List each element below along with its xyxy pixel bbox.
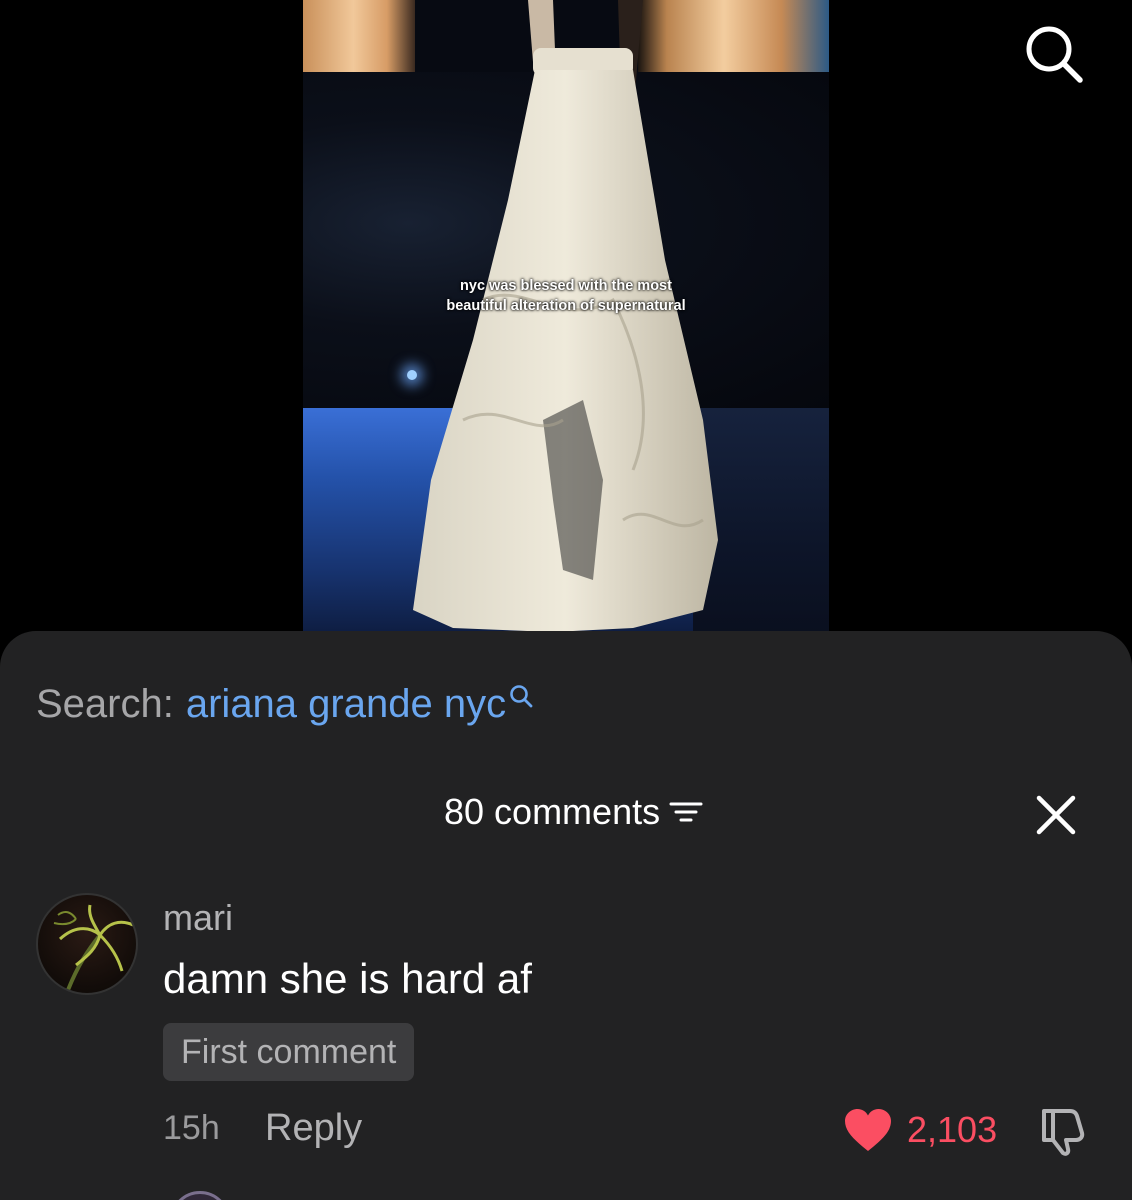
video-player[interactable]: nyc was blessed with the most beautiful … [303, 0, 829, 640]
search-icon [510, 685, 533, 708]
search-suggestion[interactable]: Search: ariana grande nyc [36, 681, 534, 727]
comment-timestamp: 15h [163, 1109, 220, 1147]
comments-count-sort[interactable]: 80 comments [444, 791, 704, 833]
close-icon[interactable] [1034, 793, 1078, 837]
avatar[interactable] [36, 893, 138, 995]
search-icon[interactable] [1022, 22, 1086, 86]
palm-tree-avatar-image [53, 904, 134, 991]
search-term-link[interactable]: ariana grande nyc [186, 681, 506, 727]
reply-button[interactable]: Reply [265, 1107, 362, 1150]
comment-text: damn she is hard af [163, 955, 532, 1002]
first-comment-badge: First comment [163, 1023, 415, 1081]
comments-count: 80 comments [444, 791, 661, 832]
search-prefix: Search: [36, 682, 174, 726]
stage-screen-left [303, 0, 415, 72]
sort-icon [669, 802, 703, 822]
thumbs-down-icon[interactable] [1038, 1105, 1088, 1157]
like-button[interactable]: 2,103 [843, 1107, 997, 1153]
like-count: 2,103 [907, 1109, 998, 1150]
app-screen: nyc was blessed with the most beautiful … [0, 0, 1132, 1200]
video-caption: nyc was blessed with the most beautiful … [446, 278, 686, 314]
performer-dress-image [413, 0, 718, 632]
comment-username[interactable]: mari [163, 897, 233, 939]
comments-sheet: Search: ariana grande nyc 80 comments ma… [0, 631, 1132, 1200]
avatar[interactable] [170, 1191, 230, 1200]
heart-icon [845, 1109, 891, 1151]
